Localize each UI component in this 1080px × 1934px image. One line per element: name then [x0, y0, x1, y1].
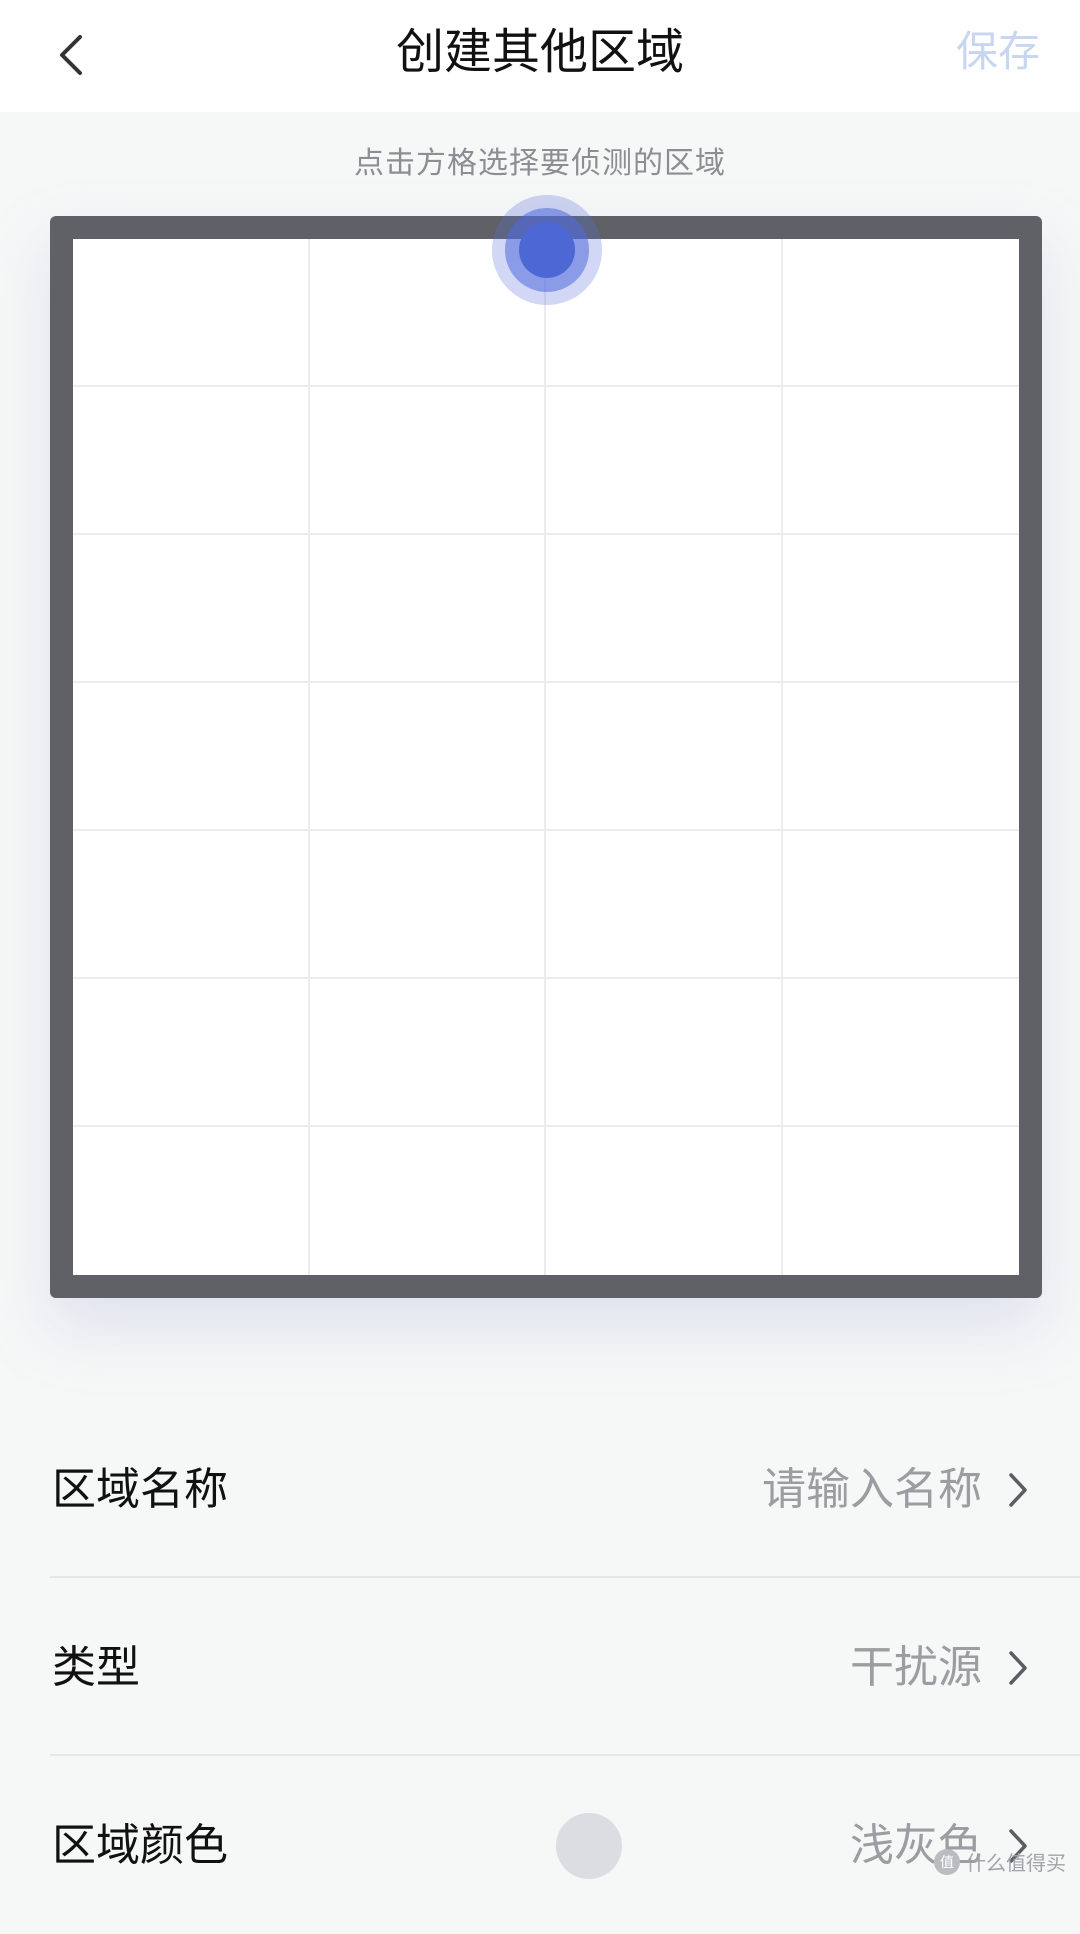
detection-grid-frame	[50, 216, 1042, 1298]
watermark: 值 什么值得买	[934, 1847, 1066, 1876]
watermark-logo-icon: 值	[934, 1848, 960, 1875]
row-zone-color[interactable]: 区域颜色 浅灰色	[50, 1758, 1080, 1934]
camera-position-marker	[492, 195, 602, 305]
grid-cell[interactable]	[782, 535, 1019, 683]
grid-cell[interactable]	[73, 831, 310, 979]
zone-name-label: 区域名称	[52, 1464, 228, 1515]
zone-type-label: 类型	[52, 1642, 140, 1693]
grid-cell[interactable]	[73, 683, 310, 831]
grid-cell[interactable]	[310, 1127, 546, 1275]
grid-cell[interactable]	[782, 239, 1019, 387]
grid-cell[interactable]	[783, 1127, 1020, 1275]
grid-cell[interactable]	[546, 1127, 783, 1275]
grid-cell[interactable]	[309, 831, 546, 979]
watermark-text: 什么值得买	[966, 1851, 1066, 1875]
grid-cell[interactable]	[546, 535, 783, 683]
save-button[interactable]: 保存	[956, 22, 1040, 82]
grid-hint-text: 点击方格选择要侦测的区域	[354, 146, 726, 181]
zone-color-label: 区域颜色	[52, 1820, 228, 1871]
grid-cell[interactable]	[309, 387, 546, 535]
row-divider	[50, 1754, 1080, 1756]
grid-cell[interactable]	[546, 831, 783, 979]
chevron-right-icon	[998, 1470, 1038, 1510]
top-bar: 创建其他区域 保存	[0, 0, 1080, 112]
chevron-right-icon	[998, 1648, 1038, 1688]
grid-cell[interactable]	[782, 387, 1019, 535]
zone-name-input[interactable]: 请输入名称	[762, 1402, 982, 1578]
grid-cell[interactable]	[73, 1127, 310, 1275]
grid-cell[interactable]	[546, 683, 783, 831]
grid-cell[interactable]	[73, 979, 310, 1127]
grid-cell[interactable]	[73, 535, 310, 683]
zone-color-value: 浅灰色	[850, 1820, 982, 1871]
grid-cell[interactable]	[782, 683, 1019, 831]
grid-cell[interactable]	[309, 979, 546, 1127]
zone-type-value: 干扰源	[850, 1642, 982, 1693]
color-swatch	[556, 1813, 622, 1879]
detection-grid[interactable]	[73, 239, 1019, 1275]
row-divider	[50, 1576, 1080, 1578]
row-zone-name[interactable]: 区域名称 请输入名称	[50, 1402, 1080, 1578]
grid-cell[interactable]	[309, 535, 546, 683]
grid-cell[interactable]	[546, 979, 783, 1127]
page-title: 创建其他区域	[395, 24, 684, 80]
grid-cell[interactable]	[73, 239, 310, 387]
grid-cell[interactable]	[546, 387, 783, 535]
grid-cell[interactable]	[309, 683, 546, 831]
marker-core	[519, 222, 575, 278]
grid-cell[interactable]	[73, 387, 310, 535]
grid-cell[interactable]	[782, 831, 1019, 979]
row-zone-type[interactable]: 类型 干扰源	[50, 1580, 1080, 1756]
grid-cell[interactable]	[782, 979, 1019, 1127]
